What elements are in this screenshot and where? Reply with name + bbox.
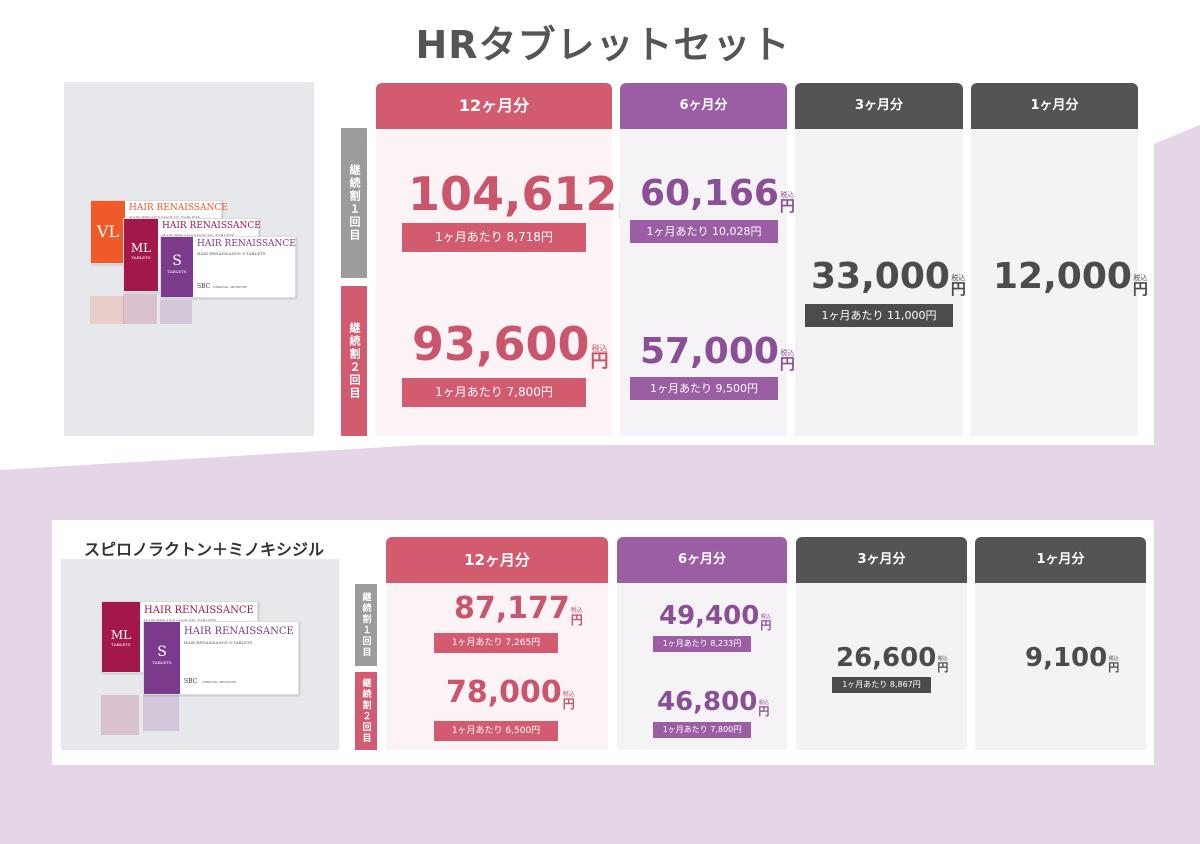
product-image: ML TABLETS HAIR RENAISSANCE HAIR RENAISS…: [61, 559, 339, 750]
per-month-6m-second: 1ヶ月あたり 7,800円: [653, 722, 751, 738]
price-3m: 33,000 税込円: [811, 256, 966, 298]
header-1-month: 1ヶ月分: [971, 83, 1138, 129]
per-month-6m-first: 1ヶ月あたり 8,233円: [653, 636, 751, 652]
product-image: VL HAIR RENAISSANCE HAIR RENAISSANCE VL …: [64, 82, 314, 436]
header-3-months: 3ヶ月分: [795, 83, 963, 129]
price-12m-first: 87,177 税込円: [454, 591, 583, 627]
header-6-months: 6ヶ月分: [620, 83, 787, 129]
ml-reflection: [101, 695, 139, 735]
per-month-6m-first: 1ヶ月あたり 10,028円: [630, 220, 778, 243]
s-box: S TABLETS HAIR RENAISSANCE HAIR RENAISSA…: [143, 621, 299, 695]
vl-reflection: [90, 296, 124, 324]
section-title: HRタブレットセット: [415, 23, 791, 67]
side-label-first: 継続割１回目: [341, 128, 367, 278]
ml-reflection: [123, 294, 157, 324]
price-1m: 12,000 税込円: [993, 256, 1148, 298]
section-title: スピロノラクトン＋ミノキシジル: [84, 540, 325, 559]
price-6m-second: 57,000 税込円: [640, 331, 795, 373]
price-6m-second: 46,800 税込円: [657, 687, 770, 718]
s-box: S TABLETS HAIR RENAISSANCE HAIR RENAISSA…: [160, 236, 296, 298]
per-month-12m-second: 1ヶ月あたり 6,500円: [434, 721, 558, 741]
header-6-months: 6ヶ月分: [617, 537, 787, 583]
column-12-months: 87,177 税込円 1ヶ月あたり 7,265円 78,000 税込円 1ヶ月あ…: [386, 583, 608, 750]
column-3-months: 26,600 税込円 1ヶ月あたり 8,867円: [796, 583, 967, 750]
header-1-month: 1ヶ月分: [975, 537, 1146, 583]
price-12m-first: 104,612 税込円: [408, 167, 637, 221]
price-3m: 26,600 税込円: [836, 643, 949, 674]
header-12-months: 12ヶ月分: [376, 83, 612, 129]
per-month-12m-first: 1ヶ月あたり 7,265円: [434, 633, 558, 653]
column-12-months: 104,612 税込円 1ヶ月あたり 8,718円 93,600 税込円 1ヶ月…: [376, 129, 637, 436]
header-3-months: 3ヶ月分: [796, 537, 967, 583]
column-1-month: 12,000 税込円: [971, 129, 1148, 436]
side-label-second: 継続割２回目: [355, 672, 377, 750]
s-reflection: [160, 300, 192, 324]
per-month-6m-second: 1ヶ月あたり 9,500円: [630, 377, 778, 400]
column-1-month: 9,100 税込円: [975, 583, 1146, 750]
per-month-12m-first: 1ヶ月あたり 8,718円: [402, 223, 586, 252]
spironolactone-minoxidil-section: スピロノラクトン＋ミノキシジル ML TABLETS HAIR RENAISSA…: [52, 520, 1154, 765]
side-label-first: 継続割１回目: [355, 584, 377, 666]
header-12-months: 12ヶ月分: [386, 537, 608, 583]
s-reflection: [143, 695, 179, 731]
price-6m-first: 49,400 税込円: [659, 601, 772, 632]
per-month-12m-second: 1ヶ月あたり 7,800円: [402, 378, 586, 407]
per-month-3m: 1ヶ月あたり 11,000円: [805, 304, 953, 327]
hr-tablet-set-section: HRタブレットセット VL HAIR RENAISSANCE HAIR RENA…: [52, 0, 1154, 445]
column-6-months: 49,400 税込円 1ヶ月あたり 8,233円 46,800 税込円 1ヶ月あ…: [617, 583, 787, 750]
column-3-months: 33,000 税込円 1ヶ月あたり 11,000円: [795, 129, 966, 436]
column-6-months: 60,166 税込円 1ヶ月あたり 10,028円 57,000 税込円 1ヶ月…: [620, 129, 795, 436]
price-12m-second: 78,000 税込円: [446, 675, 575, 711]
per-month-3m: 1ヶ月あたり 8,867円: [832, 677, 931, 693]
price-6m-first: 60,166 税込円: [640, 173, 795, 215]
price-12m-second: 93,600 税込円: [412, 317, 609, 372]
price-1m: 9,100 税込円: [1025, 643, 1120, 674]
side-label-second: 継続割２回目: [341, 286, 367, 436]
